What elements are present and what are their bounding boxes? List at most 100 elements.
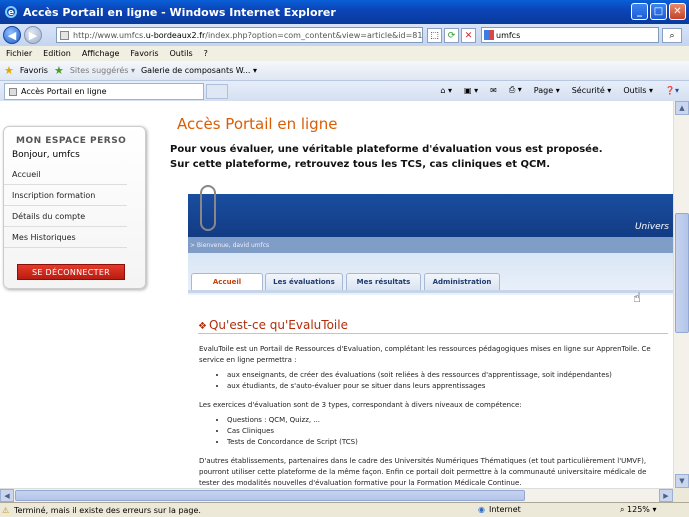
tab-accueil[interactable]: Accueil	[191, 273, 263, 290]
evalutoile-screenshot[interactable]: Univers > Bienvenue, david umfcs Accueil…	[188, 194, 673, 488]
title-bar: e Accès Portail en ligne - Windows Inter…	[0, 0, 689, 24]
globe-icon: ◉	[478, 505, 485, 514]
tab-underline	[188, 290, 673, 293]
evalutoile-banner: Univers	[188, 194, 673, 237]
scroll-up-icon[interactable]: ▲	[675, 101, 689, 115]
sidebar-link-history[interactable]: Mes Historiques	[4, 227, 127, 248]
page-title: Accès Portail en ligne	[177, 115, 338, 133]
close-button[interactable]: ✕	[669, 3, 686, 20]
page-menu[interactable]: Page ▾	[534, 86, 560, 95]
paragraph-intro: EvaluToile est un Portail de Ressources …	[199, 345, 651, 364]
zone-label: Internet	[488, 505, 521, 514]
section-title-text: Qu'est-ce qu'EvaluToile	[208, 318, 348, 332]
menu-favoris[interactable]: Favoris	[130, 49, 158, 58]
favorites-button[interactable]: Favoris	[20, 66, 48, 75]
sidebar-link-inscription[interactable]: Inscription formation	[4, 185, 127, 206]
hscroll-thumb[interactable]	[15, 490, 525, 501]
status-bar: ⚠ Terminé, mais il existe des erreurs su…	[0, 502, 689, 517]
sidebar-link-account[interactable]: Détails du compte	[4, 206, 127, 227]
scroll-right-icon[interactable]: ▶	[659, 489, 673, 502]
minimize-button[interactable]: _	[631, 3, 648, 20]
search-input[interactable]: umfcs	[481, 27, 659, 43]
sidebar-greeting: Bonjour, umfcs	[12, 150, 80, 160]
list-item: Tests de Concordance de Script (TCS)	[227, 437, 669, 448]
section-title: ❖ Qu'est-ce qu'EvaluToile	[198, 318, 348, 332]
search-value: umfcs	[496, 30, 521, 40]
page-intro: Pour vous évaluer, une véritable platefo…	[170, 142, 603, 172]
scroll-corner	[673, 488, 689, 502]
print-icon[interactable]: ⎙ ▾	[509, 85, 522, 95]
command-bar: ⌂ ▾ ▣ ▾ ✉ ⎙ ▾ Page ▾ Sécurité ▾ Outils ▾…	[440, 85, 679, 95]
tab-resultats[interactable]: Mes résultats	[346, 273, 421, 290]
status-message: Terminé, mais il existe des erreurs sur …	[14, 505, 201, 515]
tab-row: Accès Portail en ligne ⌂ ▾ ▣ ▾ ✉ ⎙ ▾ Pag…	[0, 81, 689, 101]
paragraph-types: Les exercices d'évaluation sont de 3 typ…	[199, 401, 522, 409]
list-types: Questions : QCM, Quizz, ... Cas Clinique…	[227, 415, 669, 448]
evalutoile-tabs: Accueil Les évaluations Mes résultats Ad…	[188, 253, 673, 295]
mail-icon[interactable]: ✉	[490, 86, 497, 95]
list-item: aux étudiants, de s'auto-évaluer pour se…	[227, 381, 669, 392]
web-slice-gallery-link[interactable]: Galerie de composants W... ▾	[141, 66, 257, 75]
compatibility-view-icon[interactable]: ⬚	[427, 28, 442, 43]
intro-line-1: Pour vous évaluer, une véritable platefo…	[170, 144, 603, 155]
vertical-scrollbar[interactable]: ▲ ▼	[673, 101, 689, 488]
menu-fichier[interactable]: Fichier	[6, 49, 32, 58]
paperclip-icon	[200, 185, 216, 231]
section-body: EvaluToile est un Portail de Ressources …	[199, 344, 669, 488]
tab-evaluations[interactable]: Les évaluations	[265, 273, 343, 290]
sidebar-link-accueil[interactable]: Accueil	[4, 164, 127, 185]
menu-edition[interactable]: Edition	[43, 49, 71, 58]
stop-icon[interactable]: ✕	[461, 28, 476, 43]
search-provider-icon	[484, 30, 494, 40]
tab-administration[interactable]: Administration	[424, 273, 500, 290]
help-icon[interactable]: ❓▾	[665, 86, 679, 95]
menu-affichage[interactable]: Affichage	[82, 49, 120, 58]
user-sidebar: Mon Espace Perso Bonjour, umfcs Accueil …	[3, 126, 146, 289]
tab-label: Accès Portail en ligne	[21, 87, 107, 96]
address-bar[interactable]: http://www.umfcs. u-bordeaux2.fr/index.ph…	[56, 27, 423, 43]
section-bullet-icon: ❖	[198, 321, 207, 332]
banner-text: Univers	[634, 222, 669, 232]
warning-icon[interactable]: ⚠	[2, 506, 9, 515]
security-menu[interactable]: Sécurité ▾	[572, 86, 612, 95]
home-icon[interactable]: ⌂ ▾	[440, 86, 452, 95]
url-prefix: http://www.umfcs.	[73, 30, 146, 40]
menu-outils[interactable]: Outils	[170, 49, 193, 58]
svg-text:e: e	[8, 8, 14, 18]
back-button[interactable]: ◀	[3, 26, 21, 44]
horizontal-scrollbar[interactable]: ◀ ▶	[0, 488, 673, 502]
menu-help[interactable]: ?	[204, 49, 208, 58]
tools-menu[interactable]: Outils ▾	[623, 86, 653, 95]
menu-bar: Fichier Edition Affichage Favoris Outils…	[0, 46, 689, 61]
cursor-hand-icon: ☝	[633, 291, 641, 306]
search-icon[interactable]: ⌕	[662, 28, 682, 43]
ie-logo-icon: e	[5, 6, 17, 18]
refresh-icon[interactable]: ⟳	[444, 28, 459, 43]
zoom-icon: ⌕	[620, 505, 625, 514]
paragraph-partners: D'autres établissements, partenaires dan…	[199, 457, 647, 487]
address-row: ◀ ▶ http://www.umfcs. u-bordeaux2.fr/inde…	[0, 24, 689, 46]
list-services: aux enseignants, de créer des évaluation…	[227, 370, 669, 392]
new-tab-button[interactable]	[206, 84, 228, 99]
maximize-button[interactable]: □	[650, 3, 667, 20]
list-item: Questions : QCM, Quizz, ...	[227, 415, 669, 426]
forward-button[interactable]: ▶	[24, 26, 42, 44]
scroll-left-icon[interactable]: ◀	[0, 489, 14, 502]
tab-active[interactable]: Accès Portail en ligne	[4, 83, 204, 100]
favorites-bar: ★ Favoris ★ Sites suggérés ▾ Galerie de …	[0, 61, 689, 81]
url-host: u-bordeaux2.fr	[145, 30, 206, 40]
scroll-down-icon[interactable]: ▼	[675, 474, 689, 488]
page-favicon-icon	[60, 31, 69, 40]
logout-button[interactable]: Se déconnecter	[17, 264, 125, 280]
sidebar-heading: Mon Espace Perso	[16, 136, 127, 146]
window-title: Accès Portail en ligne - Windows Interne…	[23, 5, 336, 19]
url-rest: /index.php?option=com_content&view=artic…	[205, 30, 423, 40]
page-content: Mon Espace Perso Bonjour, umfcs Accueil …	[0, 101, 673, 488]
favorites-star-icon: ★	[4, 64, 14, 77]
section-divider	[198, 333, 668, 334]
scroll-thumb[interactable]	[675, 213, 689, 333]
feeds-icon[interactable]: ▣ ▾	[464, 86, 478, 95]
add-favorite-icon[interactable]: ★	[54, 64, 64, 77]
zoom-level[interactable]: ⌕ 125% ▾	[620, 505, 656, 515]
suggested-sites-link[interactable]: Sites suggérés ▾	[70, 66, 135, 75]
